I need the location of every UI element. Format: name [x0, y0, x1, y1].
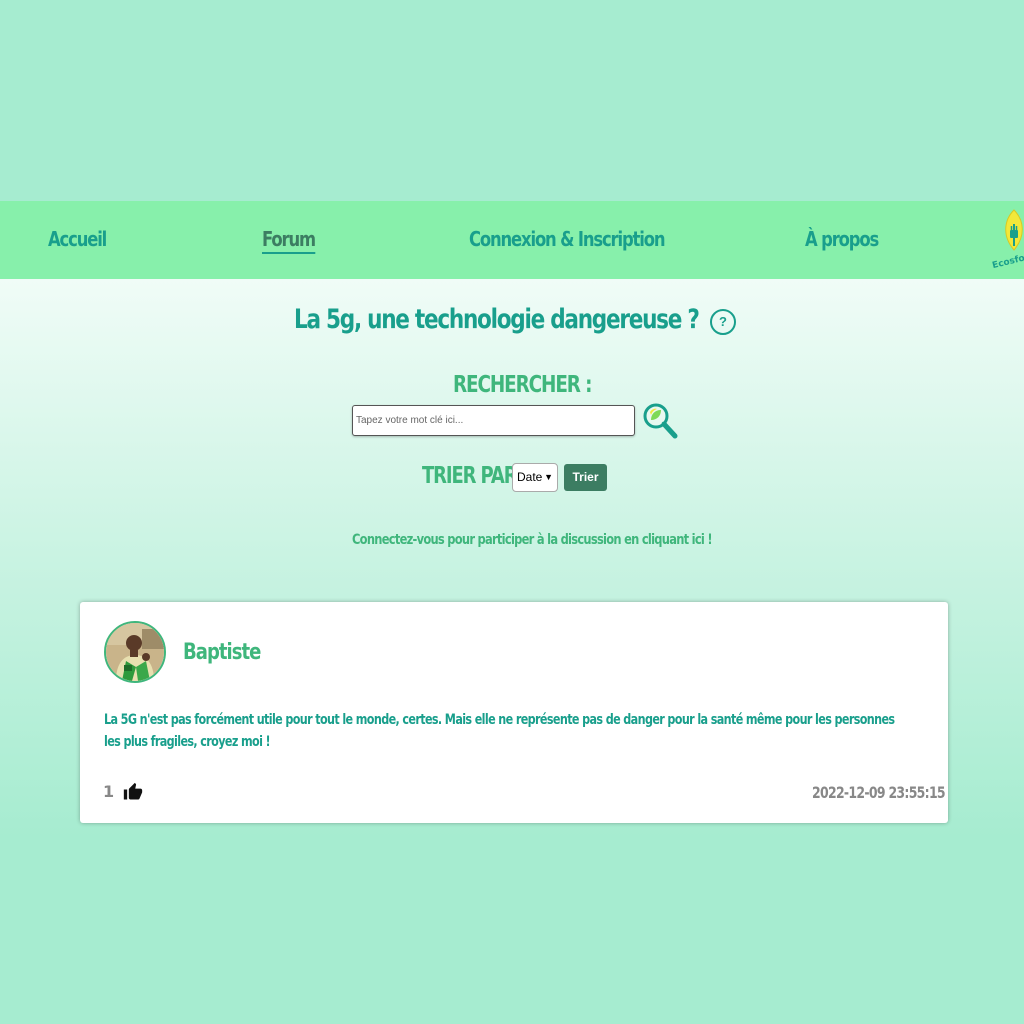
login-prompt-link[interactable]: Connectez-vous pour participer à la disc…: [352, 532, 713, 548]
help-question-icon[interactable]: ?: [710, 309, 736, 335]
search-input[interactable]: [352, 405, 635, 436]
nav-connexion-inscription[interactable]: Connexion & Inscription: [469, 227, 666, 251]
post-date: 2022-12-09 23:55:15: [812, 783, 946, 802]
post-card: Baptiste La 5G n'est pas forcément utile…: [80, 602, 948, 823]
site-logo[interactable]: Ecosfo: [990, 206, 1024, 270]
search-label: RECHERCHER :: [453, 372, 592, 398]
sort-button[interactable]: Trier: [564, 464, 607, 491]
avatar: [104, 621, 166, 683]
post-author[interactable]: Baptiste: [183, 640, 261, 665]
thumbs-up-icon[interactable]: [123, 782, 143, 802]
like-count: 1: [103, 782, 115, 801]
page-title: La 5g, une technologie dangereuse ?: [294, 304, 700, 335]
post-body: La 5G n'est pas forcément utile pour tou…: [104, 712, 895, 750]
logo-wordmark: Ecosfo: [991, 253, 1024, 270]
top-band: [0, 0, 1024, 201]
nav-a-propos[interactable]: À propos: [805, 227, 879, 251]
magnifier-leaf-icon[interactable]: [642, 402, 678, 440]
avatar-image: [106, 623, 164, 681]
sort-selected-value: Date: [517, 470, 543, 484]
nav-accueil[interactable]: Accueil: [48, 227, 107, 251]
chevron-down-icon: ▼: [544, 472, 553, 482]
sort-select[interactable]: Date ▼: [512, 463, 558, 492]
nav-forum[interactable]: Forum: [262, 227, 316, 254]
main-navbar: Accueil Forum Connexion & Inscription À …: [0, 201, 1024, 279]
